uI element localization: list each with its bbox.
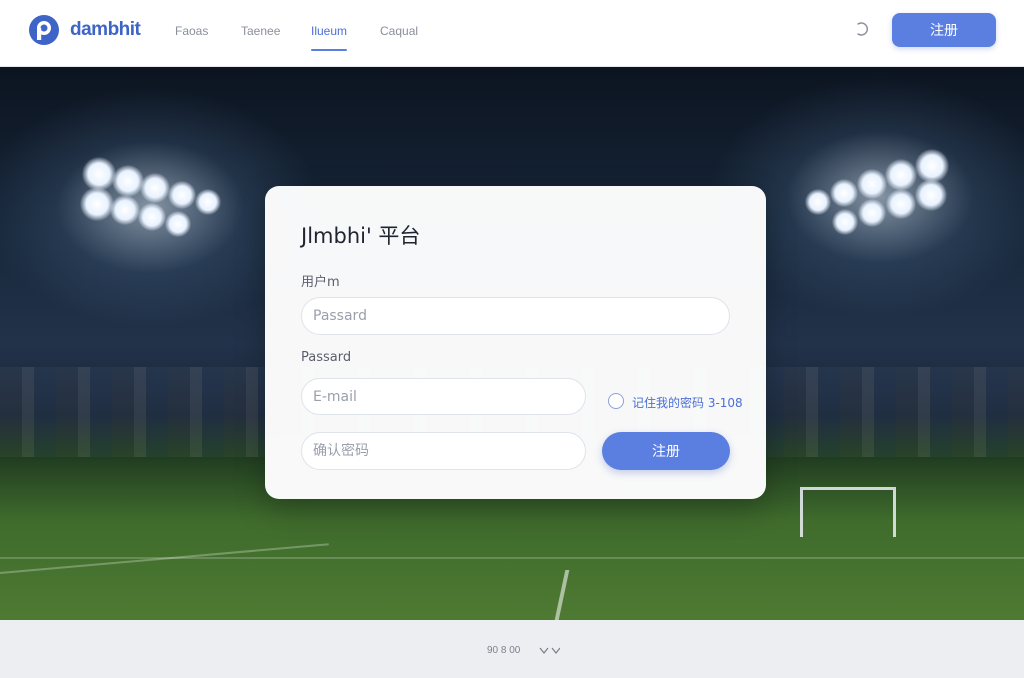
moon-icon[interactable] <box>853 21 869 37</box>
nav-item-1[interactable]: Faoas <box>175 24 208 38</box>
floodlight <box>80 187 114 221</box>
brand-name[interactable]: dambhit <box>70 19 141 41</box>
nav-active-underline <box>311 49 347 51</box>
floodlight <box>165 211 191 237</box>
floodlight <box>138 203 166 231</box>
header-register-button[interactable]: 注册 <box>892 13 996 47</box>
goal-post <box>800 487 896 537</box>
top-header: dambhit Faoas Taenee Ilueum Caqual 注册 <box>0 0 1024 67</box>
confirm-password-input[interactable] <box>301 432 586 470</box>
pitch-center-line <box>554 570 570 620</box>
username-input[interactable] <box>301 297 730 335</box>
form-title: Jlmbhi' 平台 <box>301 224 421 248</box>
nav-item-3-active[interactable]: Ilueum <box>311 24 347 38</box>
footer: 90 8 00 <box>0 620 1024 678</box>
floodlight <box>830 179 858 207</box>
floodlight <box>82 157 116 191</box>
chevron-down-icon[interactable] <box>538 646 560 656</box>
floodlight <box>110 195 140 225</box>
register-form-card: Jlmbhi' 平台 用户m Passard 记住我的密码 3-108 注册 <box>265 186 766 499</box>
floodlight <box>140 173 170 203</box>
floodlight <box>915 179 947 211</box>
logo-icon[interactable] <box>28 14 60 46</box>
register-submit-button[interactable]: 注册 <box>602 432 730 470</box>
floodlight <box>832 209 858 235</box>
floodlight <box>858 199 886 227</box>
email-input[interactable] <box>301 378 586 415</box>
username-label: 用户m <box>301 275 340 290</box>
nav-item-4[interactable]: Caqual <box>380 24 418 38</box>
floodlight <box>195 189 221 215</box>
floodlight <box>857 169 887 199</box>
password-label: Passard <box>301 350 352 365</box>
floodlight <box>915 149 949 183</box>
floodlight <box>885 159 917 191</box>
floodlight <box>168 181 196 209</box>
footer-text: 90 8 00 <box>487 645 521 656</box>
remember-checkbox[interactable] <box>608 393 624 409</box>
nav-item-2[interactable]: Taenee <box>241 24 280 38</box>
floodlight <box>805 189 831 215</box>
floodlight <box>112 165 144 197</box>
floodlight <box>886 189 916 219</box>
remember-label[interactable]: 记住我的密码 3-108 <box>632 394 743 411</box>
